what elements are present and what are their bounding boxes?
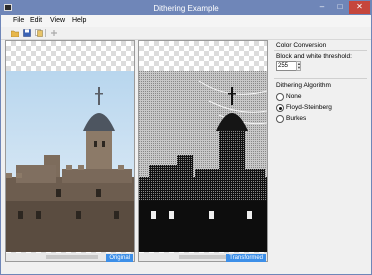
radio-button[interactable] [276,104,284,112]
menu-help[interactable]: Help [72,17,86,24]
color-conversion-title: Color Conversion [276,42,327,49]
scrollbar-thumb[interactable] [46,255,98,259]
maximize-button[interactable]: □ [331,1,349,14]
radio-button[interactable] [276,115,284,123]
app-window: Dithering Example – □ ✕ File Edit View H… [0,0,372,275]
group-divider [274,50,367,51]
dithering-title: Dithering Algorithm [276,82,331,89]
radio-label: None [286,93,302,100]
original-label-badge: Original [106,254,133,262]
toolbar-separator [45,29,46,37]
radio-label: Burkes [286,115,307,122]
title-bar: Dithering Example – □ ✕ [1,1,371,15]
settings-panel: Color Conversion Block and white thresho… [272,40,369,262]
toolbar [1,27,371,40]
threshold-stepper[interactable]: ▲ ▼ [296,61,301,71]
transformed-image-pane: Transformed [138,40,268,262]
threshold-input[interactable]: 255 [276,61,297,71]
close-button[interactable]: ✕ [349,1,370,14]
menu-edit[interactable]: Edit [30,17,42,24]
menu-file[interactable]: File [13,17,24,24]
threshold-label: Block and white threshold: [276,53,352,60]
stepper-down-icon[interactable]: ▼ [297,66,301,70]
menu-bar: File Edit View Help [1,15,371,27]
copy-icon[interactable] [35,29,43,37]
scrollbar-thumb[interactable] [179,255,231,259]
transformed-image [139,71,267,252]
minimize-button[interactable]: – [313,1,331,14]
original-image-pane: Original [5,40,135,262]
group-divider [274,78,367,79]
transformed-label-badge: Transformed [226,254,266,262]
transform-icon[interactable] [50,29,58,37]
radio-selected-dot [278,106,282,110]
radio-label: Floyd-Steinberg [286,104,332,111]
original-image [6,71,134,252]
open-folder-icon[interactable] [11,29,19,37]
save-icon[interactable] [23,29,31,37]
radio-button[interactable] [276,93,284,101]
menu-view[interactable]: View [50,17,65,24]
